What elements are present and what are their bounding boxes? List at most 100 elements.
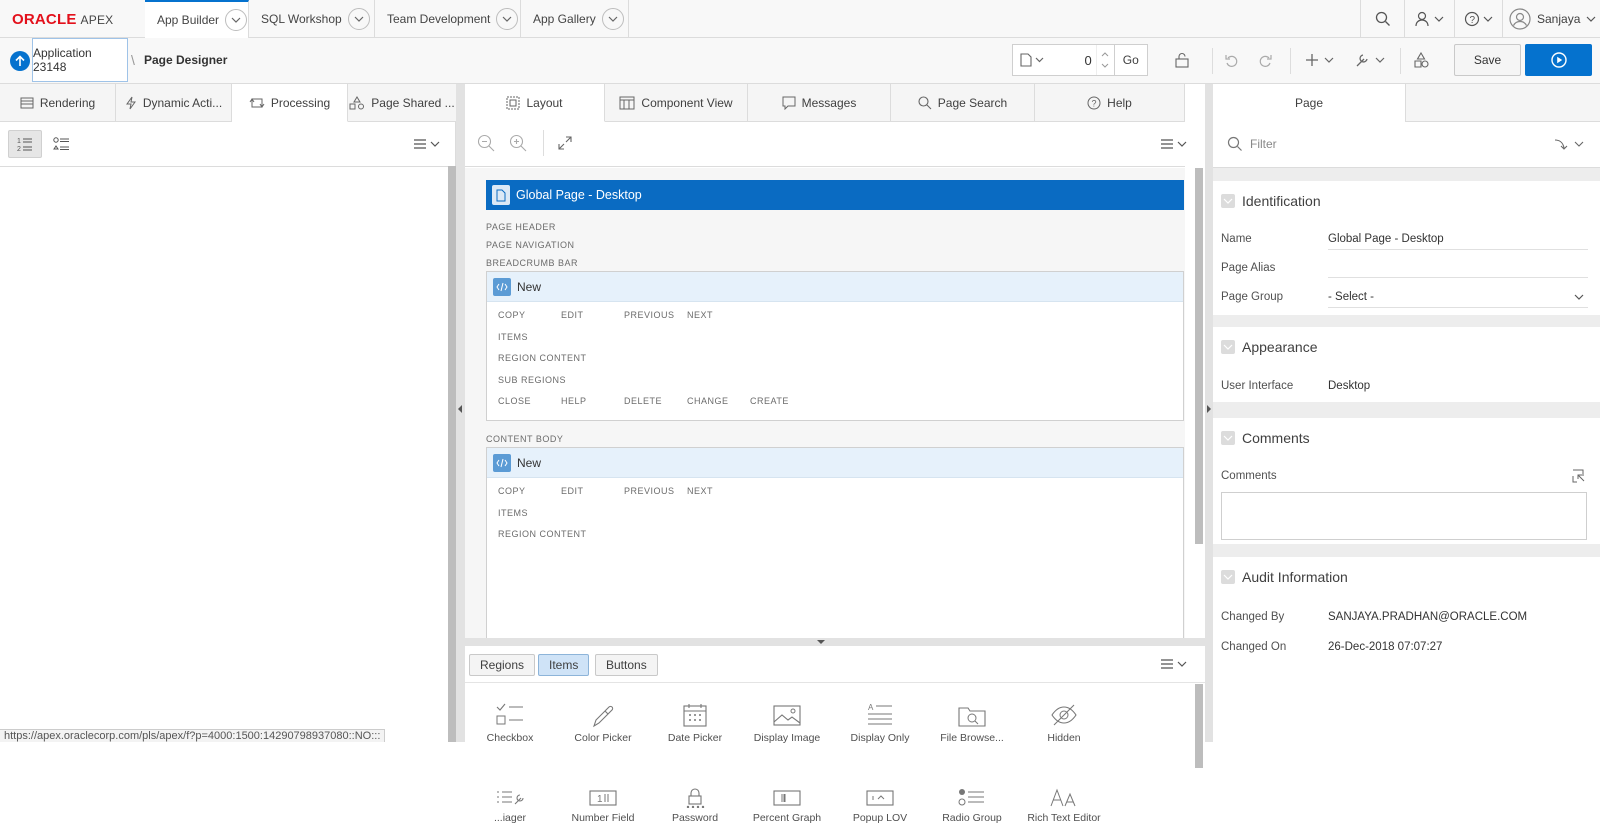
tab-help[interactable]: ? Help xyxy=(1035,84,1185,122)
group-view-toggle[interactable] xyxy=(48,130,76,158)
position-region-content[interactable]: REGION CONTENT xyxy=(498,353,587,363)
tab-page-search[interactable]: Page Search xyxy=(891,84,1035,122)
save-button[interactable]: Save xyxy=(1454,44,1521,76)
zoom-in-icon[interactable] xyxy=(509,134,527,152)
gallery-item-number-field[interactable]: 1 Number Field xyxy=(558,788,648,824)
scrollbar[interactable] xyxy=(1195,168,1203,544)
section-header[interactable]: Appearance xyxy=(1213,327,1600,367)
position-change[interactable]: CHANGE xyxy=(687,396,729,406)
gallery-item-manager[interactable]: ...iager xyxy=(465,788,555,824)
collapse-icon[interactable] xyxy=(1221,340,1235,354)
help-menu-icon[interactable]: ? xyxy=(1454,0,1502,37)
undo-icon[interactable] xyxy=(1217,44,1247,76)
page-number-spinner[interactable] xyxy=(1095,45,1114,75)
gallery-item-percent-graph[interactable]: Percent Graph xyxy=(742,788,832,824)
gallery-item-display-image[interactable]: Display Image xyxy=(742,702,832,744)
left-splitter[interactable] xyxy=(456,84,465,742)
breadcrumb-application-link[interactable]: Application 23148 xyxy=(32,38,128,82)
nav-tab-app-gallery[interactable]: App Gallery xyxy=(521,0,629,37)
chevron-down-icon[interactable] xyxy=(496,7,519,30)
position-breadcrumb-bar[interactable]: BREADCRUMB BAR xyxy=(486,258,578,268)
region-card[interactable]: New COPY EDIT PREVIOUS NEXT ITEMS REGION… xyxy=(486,447,1184,638)
gallery-item-rich-text-editor[interactable]: Rich Text Editor xyxy=(1019,788,1109,824)
page-alias-field[interactable] xyxy=(1328,262,1588,278)
position-next[interactable]: NEXT xyxy=(687,310,713,320)
tab-processing[interactable]: Processing xyxy=(232,84,348,122)
comments-textarea[interactable] xyxy=(1221,492,1587,540)
administration-menu-icon[interactable] xyxy=(1404,0,1454,37)
position-items[interactable]: ITEMS xyxy=(498,508,528,518)
name-field[interactable]: Global Page - Desktop xyxy=(1328,233,1588,250)
gallery-item-radio-group[interactable]: Radio Group xyxy=(927,788,1017,824)
gallery-item-display-only[interactable]: A Display Only xyxy=(835,702,925,744)
position-page-header[interactable]: PAGE HEADER xyxy=(486,222,556,232)
nav-tab-app-builder[interactable]: App Builder xyxy=(145,0,249,38)
chevron-down-icon[interactable] xyxy=(601,7,624,30)
nav-tab-team-development[interactable]: Team Development xyxy=(375,0,521,37)
tab-component-view[interactable]: Component View xyxy=(605,84,748,122)
position-previous[interactable]: PREVIOUS xyxy=(624,310,675,320)
page-icon[interactable] xyxy=(1013,45,1052,75)
hamburger-menu-icon[interactable] xyxy=(1159,654,1189,674)
tab-rendering[interactable]: Rendering xyxy=(0,84,116,122)
hamburger-menu-icon[interactable] xyxy=(412,134,442,154)
oracle-apex-logo[interactable]: ORACLE APEX xyxy=(12,11,113,28)
filter-input[interactable]: Filter xyxy=(1250,137,1277,151)
gallery-item-color-picker[interactable]: Color Picker xyxy=(558,702,648,744)
gallery-item-checkbox[interactable]: Checkbox xyxy=(465,702,555,744)
create-menu-icon[interactable] xyxy=(1300,44,1340,76)
position-close[interactable]: CLOSE xyxy=(498,396,531,406)
page-number-input[interactable]: 0 xyxy=(1052,53,1095,68)
arrow-up-icon[interactable] xyxy=(10,51,30,71)
page-group-select[interactable]: - Select - xyxy=(1328,291,1588,308)
position-items[interactable]: ITEMS xyxy=(498,332,528,342)
position-previous[interactable]: PREVIOUS xyxy=(624,486,675,496)
zoom-out-icon[interactable] xyxy=(477,134,495,152)
position-region-content[interactable]: REGION CONTENT xyxy=(498,529,587,539)
redo-icon[interactable] xyxy=(1250,44,1280,76)
scrollbar[interactable] xyxy=(448,166,456,742)
section-header[interactable]: Audit Information xyxy=(1213,557,1600,597)
gallery-item-password[interactable]: Password xyxy=(650,788,740,824)
hamburger-menu-icon[interactable] xyxy=(1159,134,1189,154)
section-header[interactable]: Comments xyxy=(1213,418,1600,458)
section-header[interactable]: Identification xyxy=(1213,181,1600,221)
position-create[interactable]: CREATE xyxy=(750,396,789,406)
gallery-item-file-browse[interactable]: File Browse... xyxy=(927,702,1017,744)
position-edit[interactable]: EDIT xyxy=(561,310,584,320)
region-header[interactable]: New xyxy=(487,272,1183,302)
tab-dynamic-actions[interactable]: Dynamic Acti... xyxy=(116,84,232,122)
position-copy[interactable]: COPY xyxy=(498,310,526,320)
tab-messages[interactable]: Messages xyxy=(748,84,891,122)
collapse-icon[interactable] xyxy=(1221,431,1235,445)
shared-components-icon[interactable] xyxy=(1405,44,1437,76)
position-next[interactable]: NEXT xyxy=(687,486,713,496)
chevron-down-icon[interactable] xyxy=(347,7,370,30)
position-help[interactable]: HELP xyxy=(561,396,587,406)
position-sub-regions[interactable]: SUB REGIONS xyxy=(498,375,566,385)
page-header-bar[interactable]: Global Page - Desktop xyxy=(486,180,1184,210)
expand-icon[interactable] xyxy=(557,135,573,151)
position-content-body[interactable]: CONTENT BODY xyxy=(486,434,563,444)
right-splitter[interactable] xyxy=(1205,84,1213,742)
lock-page-icon[interactable] xyxy=(1167,44,1197,76)
region-card[interactable]: New COPY EDIT PREVIOUS NEXT ITEMS REGION… xyxy=(486,271,1184,421)
tab-page[interactable]: Page xyxy=(1213,84,1406,122)
order-view-toggle[interactable]: 12 xyxy=(8,130,42,158)
chevron-down-icon[interactable] xyxy=(225,9,248,31)
position-copy[interactable]: COPY xyxy=(498,486,526,496)
run-page-button[interactable] xyxy=(1525,44,1592,76)
utilities-wrench-icon[interactable] xyxy=(1348,44,1392,76)
gallery-item-date-picker[interactable]: Date Picker xyxy=(650,702,740,744)
go-button[interactable]: Go xyxy=(1113,45,1148,75)
collapse-icon[interactable] xyxy=(1221,194,1235,208)
gallery-tab-regions[interactable]: Regions xyxy=(469,654,536,676)
position-page-navigation[interactable]: PAGE NAVIGATION xyxy=(486,240,575,250)
tab-page-shared-components[interactable]: Page Shared ... xyxy=(348,84,456,122)
collapse-icon[interactable] xyxy=(1221,570,1235,584)
gallery-item-hidden[interactable]: Hidden xyxy=(1019,702,1109,744)
scrollbar[interactable] xyxy=(1195,684,1203,768)
position-edit[interactable]: EDIT xyxy=(561,486,584,496)
horizontal-splitter[interactable] xyxy=(465,638,1205,646)
gallery-item-popup-lov[interactable]: Popup LOV xyxy=(835,788,925,824)
